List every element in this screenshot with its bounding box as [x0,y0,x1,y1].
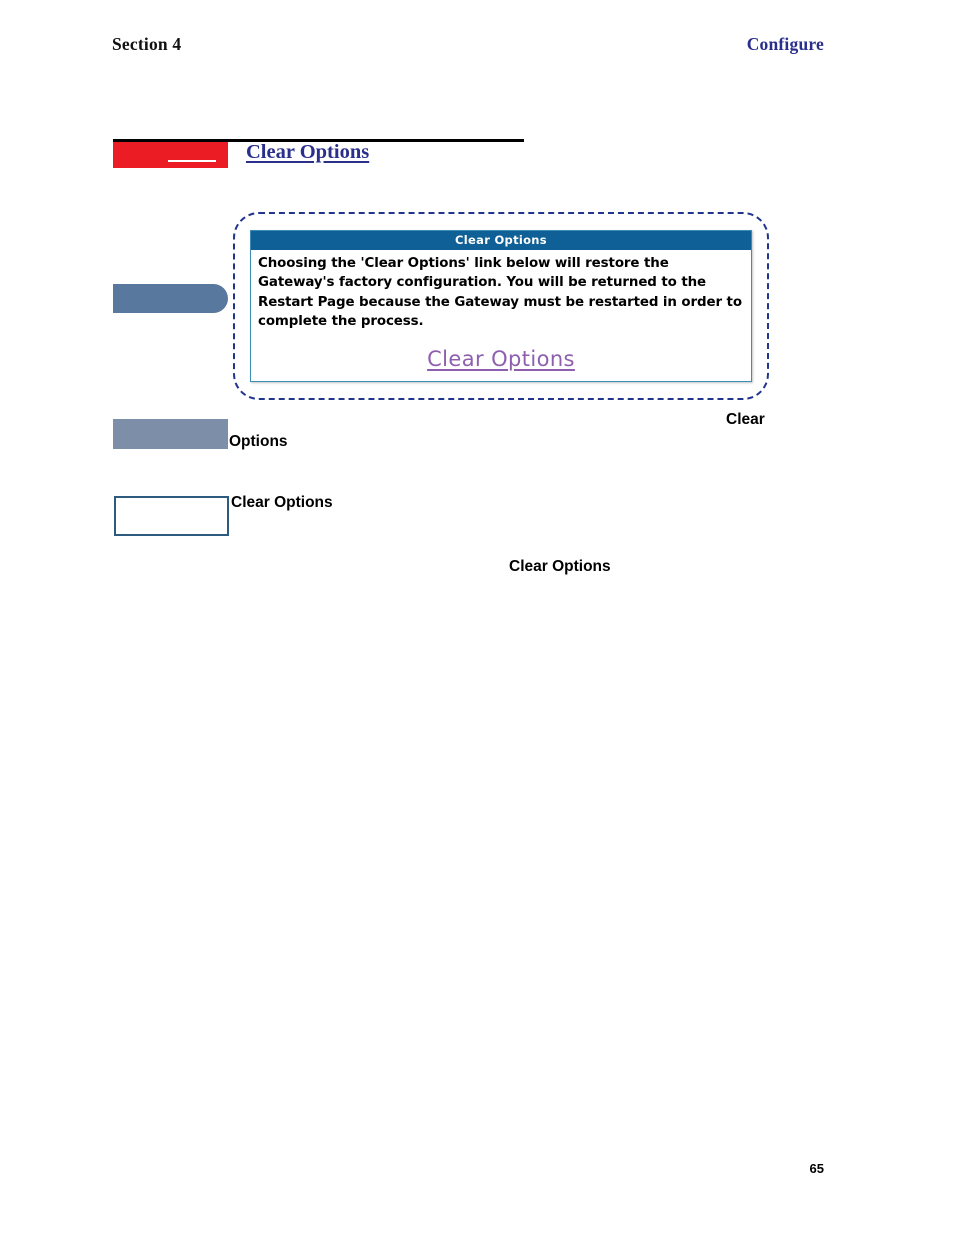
page-title: Clear Options [246,141,370,163]
outlined-redaction-block [114,496,229,536]
body-fragment-clear-options-indented: Clear Options [509,558,611,575]
screenshot-link-row: Clear Options [251,347,751,371]
section-marker-swatch [113,142,228,168]
body-fragment-options: Options [229,433,288,450]
page-header: Section 4 Configure [112,34,824,60]
bar-redaction-block [113,419,228,449]
pill-redaction-block [113,284,228,313]
header-section-label: Section 4 [112,34,182,54]
screenshot-titlebar: Clear Options [251,231,751,250]
embedded-screenshot: Clear Options Choosing the 'Clear Option… [250,230,752,382]
body-fragment-clear: Clear [726,411,765,428]
page-number: 65 [809,1161,824,1176]
header-chapter-label: Configure [746,34,824,54]
clear-options-link[interactable]: Clear Options [427,347,575,371]
screenshot-body-text: Choosing the 'Clear Options' link below … [258,256,742,329]
body-fragment-clear-options-outlined: Clear Options [231,494,333,511]
swatch-white-line [168,160,216,162]
